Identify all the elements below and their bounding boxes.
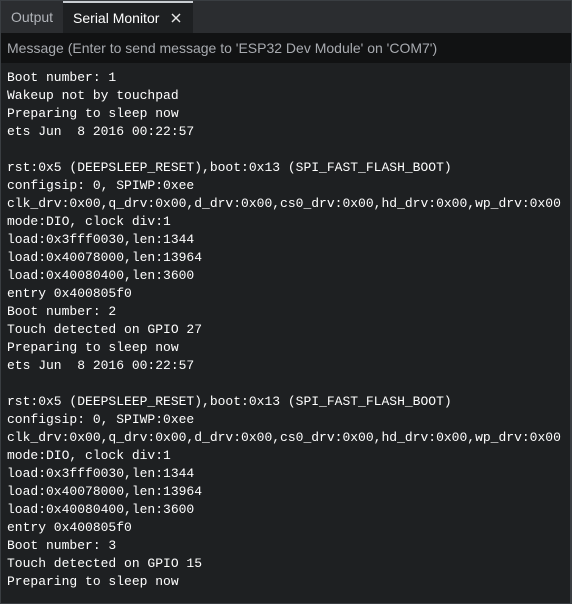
console-line: rst:0x5 (DEEPSLEEP_RESET),boot:0x13 (SPI… — [7, 160, 452, 175]
console-line: clk_drv:0x00,q_drv:0x00,d_drv:0x00,cs0_d… — [7, 430, 561, 445]
arduino-serial-panel: Output Serial Monitor Boot number: 1 Wake… — [0, 0, 572, 604]
console-line: mode:DIO, clock div:1 — [7, 448, 171, 463]
console-line: Boot number: 3 — [7, 538, 117, 553]
console-line: load:0x3fff0030,len:1344 — [7, 466, 195, 481]
console-line: load:0x40078000,len:13964 — [7, 250, 203, 265]
console-line: load:0x40078000,len:13964 — [7, 484, 203, 499]
console-line: ets Jun 8 2016 00:22:57 — [7, 358, 195, 373]
tab-serial-monitor-label: Serial Monitor — [73, 10, 160, 26]
close-icon[interactable] — [169, 11, 183, 25]
console-line: Preparing to sleep now — [7, 106, 179, 121]
console-line: Preparing to sleep now — [7, 574, 179, 589]
console-line: Boot number: 1 — [7, 70, 117, 85]
console-line: Boot number: 2 — [7, 304, 117, 319]
console-line: Touch detected on GPIO 15 — [7, 556, 203, 571]
message-bar — [1, 33, 571, 63]
serial-message-input[interactable] — [7, 40, 565, 56]
console-line: configsip: 0, SPIWP:0xee — [7, 412, 195, 427]
console-line: entry 0x400805f0 — [7, 286, 132, 301]
tab-output[interactable]: Output — [1, 1, 63, 33]
panel-tab-bar: Output Serial Monitor — [1, 1, 571, 33]
console-line: ets Jun 8 2016 00:22:57 — [7, 124, 195, 139]
console-line: load:0x3fff0030,len:1344 — [7, 232, 195, 247]
console-line: rst:0x5 (DEEPSLEEP_RESET),boot:0x13 (SPI… — [7, 394, 452, 409]
console-line: Wakeup not by touchpad — [7, 88, 179, 103]
serial-output-console[interactable]: Boot number: 1 Wakeup not by touchpad Prep… — [1, 63, 571, 601]
console-line: entry 0x400805f0 — [7, 520, 132, 535]
console-line: Preparing to sleep now — [7, 340, 179, 355]
console-line: clk_drv:0x00,q_drv:0x00,d_drv:0x00,cs0_d… — [7, 196, 561, 211]
console-line: mode:DIO, clock div:1 — [7, 214, 171, 229]
tab-output-label: Output — [11, 9, 54, 25]
scrollbar-track[interactable] — [570, 63, 571, 603]
console-line: configsip: 0, SPIWP:0xee — [7, 178, 195, 193]
console-line: Touch detected on GPIO 27 — [7, 322, 203, 337]
console-line: load:0x40080400,len:3600 — [7, 268, 195, 283]
tab-serial-monitor[interactable]: Serial Monitor — [63, 1, 194, 33]
console-line: load:0x40080400,len:3600 — [7, 502, 195, 517]
